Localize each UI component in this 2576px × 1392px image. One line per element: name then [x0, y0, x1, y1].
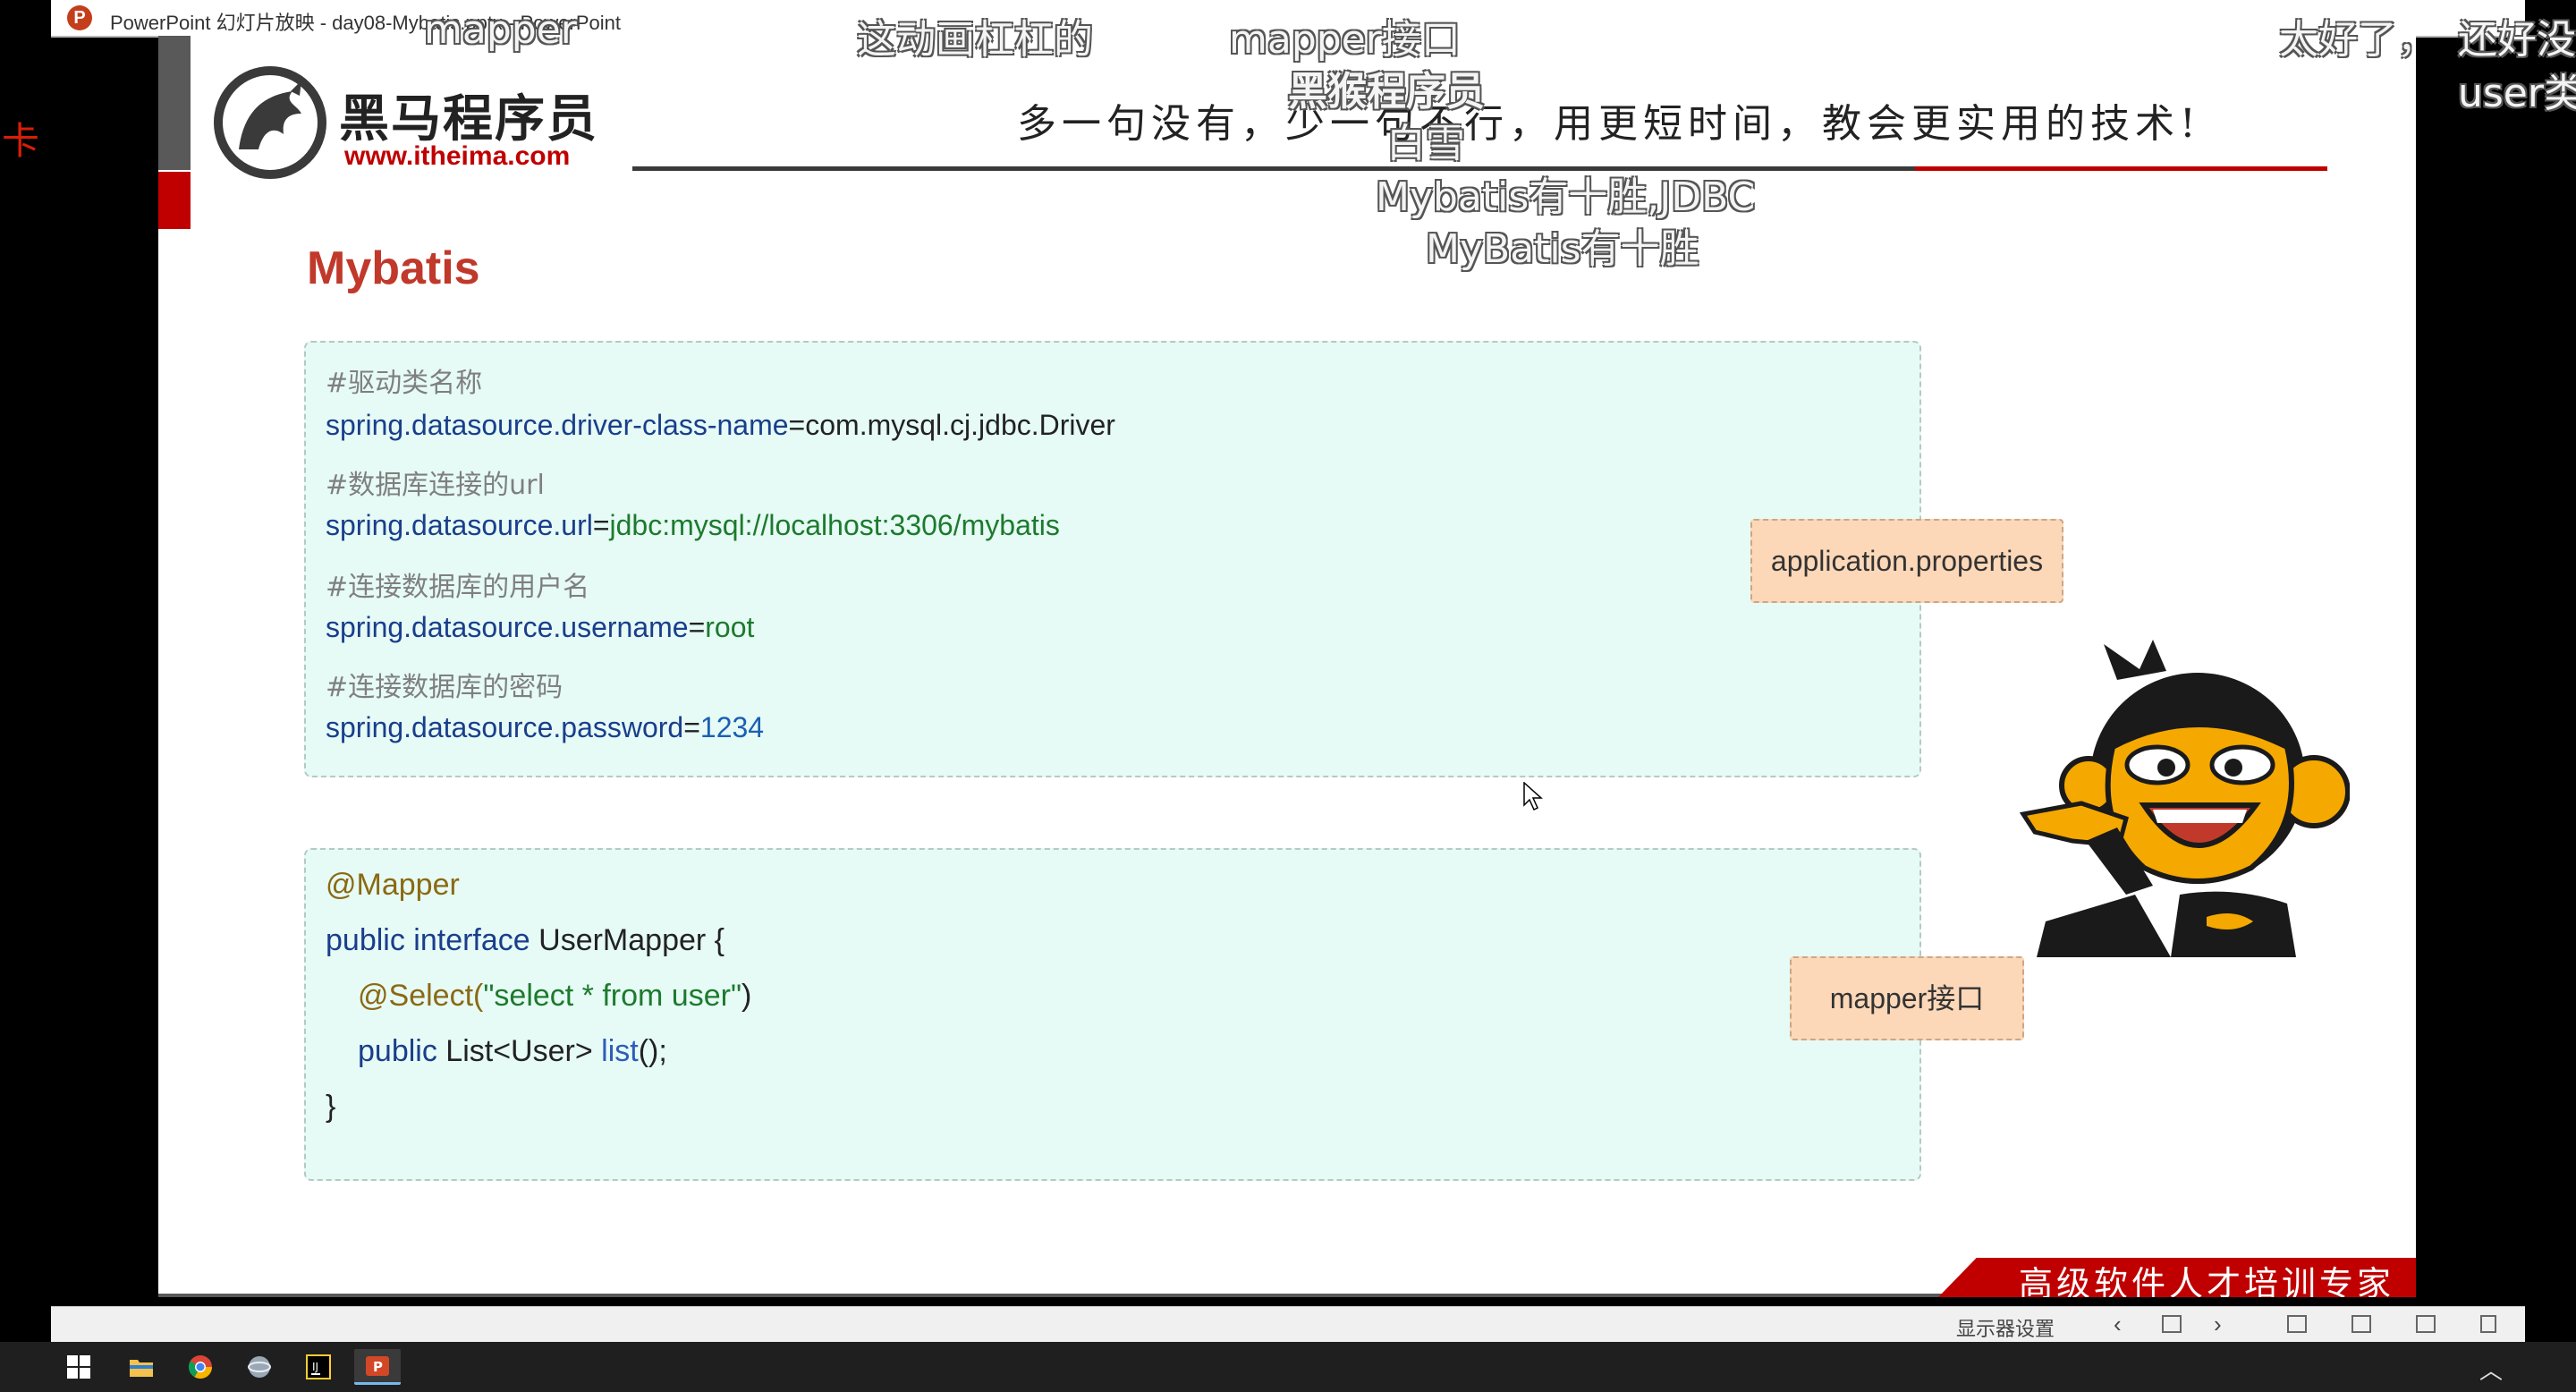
- danmaku-comment: 白雪: [1386, 121, 1465, 166]
- property-value: 1234: [699, 711, 765, 743]
- footer-badge-text: 高级软件人才培训专家: [2019, 1264, 2395, 1297]
- brand-site: www.itheima.com: [344, 141, 571, 171]
- code-line: public List<User> list();: [358, 1034, 667, 1068]
- property-value: root: [705, 611, 755, 643]
- horse-logo-icon: [214, 66, 326, 179]
- danmaku-comment: mapper接口: [1229, 17, 1461, 63]
- code-line: spring.datasource.url=jdbc:mysql://local…: [326, 509, 1060, 541]
- closing-brace: }: [326, 1090, 336, 1124]
- keyword: public: [358, 1034, 437, 1068]
- prev-slide-icon[interactable]: ‹: [2114, 1311, 2122, 1338]
- danmaku-comment: Mybatis有十胜,JDBC: [1376, 174, 1756, 220]
- property-key: spring.datasource.driver-class-name: [326, 409, 789, 441]
- monkey-mascot-icon: [2019, 640, 2350, 957]
- code-line: spring.datasource.username=root: [326, 611, 755, 643]
- windows-taskbar: IJ P ︿: [0, 1342, 2576, 1392]
- code-comment: #驱动类名称: [326, 368, 483, 399]
- danmaku-comment: 这动画杠杠的: [857, 17, 1093, 63]
- property-value: jdbc:mysql://localhost:3306/mybatis: [609, 509, 1060, 541]
- next-slide-icon[interactable]: ›: [2214, 1311, 2222, 1338]
- mapper-annotation: @Mapper: [326, 868, 460, 902]
- slide: 黑马程序员 www.itheima.com 多一句没有，少一句不行，用更短时间，…: [158, 36, 2416, 1297]
- code-line: public interface UserMapper {: [326, 923, 724, 958]
- chrome-icon[interactable]: [177, 1349, 224, 1385]
- interface-name: UserMapper {: [538, 923, 725, 957]
- brand-logo: 黑马程序员 www.itheima.com: [212, 64, 606, 181]
- properties-code-box: #驱动类名称 spring.datasource.driver-class-na…: [304, 341, 1921, 777]
- browser-icon[interactable]: [236, 1349, 283, 1385]
- property-key: spring.datasource.password: [326, 711, 684, 743]
- property-value: com.mysql.cj.jdbc.Driver: [805, 409, 1115, 441]
- code-line: spring.datasource.password=1234: [326, 711, 765, 743]
- slogan: 多一句没有，少一句不行，用更短时间，教会更实用的技术!: [1017, 101, 2201, 147]
- select-annotation: @Select(: [358, 979, 484, 1013]
- powerpoint-icon: P: [67, 5, 92, 30]
- start-icon[interactable]: [55, 1349, 102, 1385]
- sql-query: "select * from user": [483, 979, 742, 1013]
- danmaku-comment: 黑猴程序员: [1288, 69, 1485, 115]
- danmaku-comment: mapper: [424, 7, 577, 53]
- property-key: spring.datasource.username: [326, 611, 689, 643]
- method-name: list: [601, 1034, 639, 1068]
- keyword: public interface: [326, 923, 530, 957]
- danmaku-comment: user类: [2458, 71, 2576, 116]
- danmaku-comment: 还好没: [2458, 17, 2576, 63]
- slide-sorter-icon[interactable]: [2162, 1315, 2182, 1333]
- slide-title: Mybatis: [307, 242, 480, 294]
- code-comment: #连接数据库的用户名: [326, 572, 590, 603]
- left-edge-text: 卡: [2, 119, 40, 163]
- mapper-tag: mapper接口: [1790, 956, 2024, 1040]
- code-line: @Select("select * from user"): [358, 979, 752, 1013]
- display-settings-button[interactable]: 显示器设置: [1956, 1313, 2055, 1342]
- danmaku-comment: 太好了，: [2279, 17, 2436, 63]
- grid-view-icon[interactable]: [2351, 1315, 2371, 1333]
- code-comment: #数据库连接的url: [326, 470, 545, 501]
- danmaku-comment: MyBatis有十胜: [1426, 226, 1699, 272]
- svg-text:P: P: [373, 1359, 383, 1375]
- intellij-icon[interactable]: IJ: [295, 1349, 342, 1385]
- powerpoint-taskbar-icon[interactable]: P: [354, 1349, 401, 1385]
- code-line: spring.datasource.driver-class-name=com.…: [326, 409, 1115, 441]
- normal-view-icon[interactable]: [2287, 1315, 2307, 1333]
- return-type: List<User>: [445, 1034, 593, 1068]
- file-explorer-icon[interactable]: [118, 1349, 165, 1385]
- header-divider-accent: [1915, 166, 2327, 171]
- code-comment: #连接数据库的密码: [326, 672, 564, 703]
- slide-left-bar: [158, 36, 191, 170]
- mapper-code-box: @Mapper public interface UserMapper { @S…: [304, 848, 1921, 1181]
- slideshow-view-icon[interactable]: [2416, 1315, 2436, 1333]
- svg-text:IJ: IJ: [312, 1361, 318, 1373]
- mouse-cursor-icon: [1523, 782, 1543, 811]
- properties-tag: application.properties: [1750, 519, 2063, 603]
- brand-name: 黑马程序员: [339, 90, 598, 149]
- slide-left-accent: [158, 172, 191, 229]
- property-key: spring.datasource.url: [326, 509, 593, 541]
- presenter-view-icon[interactable]: [2480, 1315, 2496, 1333]
- slideshow-status-bar: 显示器设置 ‹ ›: [51, 1306, 2525, 1343]
- chevron-up-icon[interactable]: ︿: [2479, 1353, 2503, 1386]
